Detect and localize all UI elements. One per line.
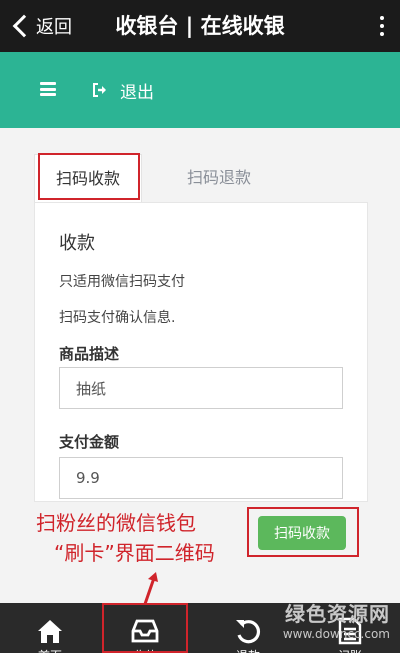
product-label: 商品描述 <box>59 345 120 363</box>
hamburger-icon <box>40 82 56 85</box>
hamburger-icon-bar <box>40 93 56 96</box>
dot-icon <box>380 32 384 36</box>
tabbar-item-refund[interactable]: 退款 <box>208 603 288 653</box>
logout-icon <box>93 83 106 97</box>
refresh-icon <box>236 620 261 644</box>
amount-label: 支付金额 <box>59 433 120 451</box>
product-input[interactable] <box>59 367 343 409</box>
home-icon <box>38 620 62 643</box>
logout-label: 退出 <box>120 82 154 103</box>
info-line-1: 只适用微信扫码支付 <box>59 274 185 290</box>
dot-icon <box>380 24 384 28</box>
payment-card: 收款 只适用微信扫码支付 扫码支付确认信息. 商品描述 支付金额 <box>34 202 368 502</box>
watermark: 绿色资源网 www.downcc.com <box>283 598 390 641</box>
tab-bar: 扫码收款 扫码退款 <box>34 154 368 202</box>
dot-icon <box>380 16 384 20</box>
hamburger-icon-bar <box>40 87 56 91</box>
watermark-line-2: www.downcc.com <box>282 627 390 641</box>
tabbar-label: 记账 <box>310 647 390 653</box>
tabbar-item-home[interactable]: 首页 <box>10 603 90 653</box>
tabbar-label: 退款 <box>208 647 288 653</box>
info-line-2: 扫码支付确认信息. <box>59 310 176 326</box>
back-button[interactable]: 返回 <box>8 0 72 52</box>
amount-input[interactable] <box>59 457 343 499</box>
watermark-line-1: 绿色资源网 <box>285 602 390 626</box>
wechat-navbar: 返回 收银台 | 在线收银 <box>0 0 400 52</box>
annotation-line-2: “刷卡”界面二维码 <box>54 541 215 565</box>
tab-scan-refund[interactable]: 扫码退款 <box>164 154 274 202</box>
app-header: 退出 <box>0 52 400 128</box>
card-title: 收款 <box>59 233 95 254</box>
inbox-icon <box>131 619 159 643</box>
more-menu-button[interactable] <box>376 0 388 52</box>
back-label: 返回 <box>36 17 72 38</box>
submit-highlight-box: 扫码收款 <box>247 507 359 557</box>
scan-collect-button[interactable]: 扫码收款 <box>258 516 346 550</box>
annotation-text: 扫粉丝的微信钱包 “刷卡”界面二维码 <box>36 508 215 565</box>
menu-button[interactable] <box>40 82 56 96</box>
tabbar-label: 收款 <box>105 647 185 653</box>
annotation-line-1: 扫粉丝的微信钱包 <box>36 511 196 535</box>
logout-button[interactable]: 退出 <box>92 76 154 104</box>
tabbar-label: 首页 <box>10 647 90 653</box>
chevron-left-icon <box>12 14 36 38</box>
tabbar-item-collect[interactable]: 收款 <box>105 603 185 653</box>
tab-scan-collect[interactable]: 扫码收款 <box>34 154 142 202</box>
